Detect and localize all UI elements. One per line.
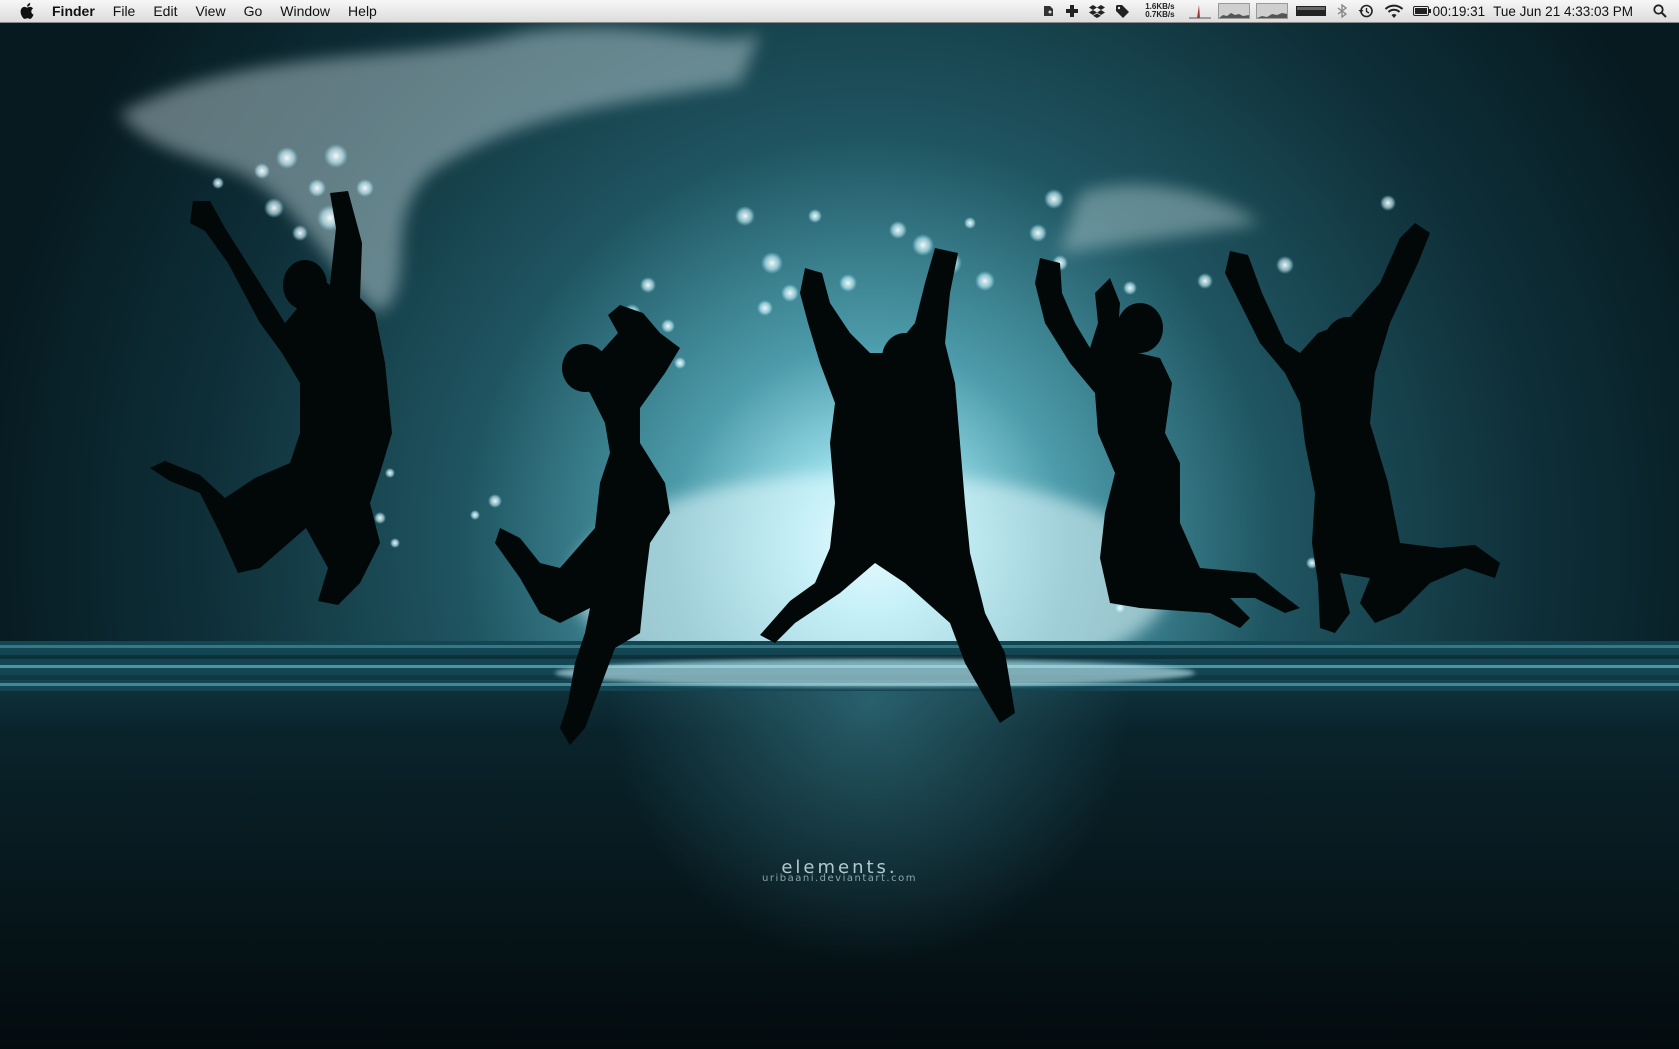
menu-window[interactable]: Window [271,0,339,22]
bluetooth-icon[interactable] [1331,0,1353,22]
menu-app-finder[interactable]: Finder [52,0,104,22]
evernote-icon[interactable] [1036,0,1060,22]
wifi-icon[interactable] [1379,0,1409,22]
net-down-speed: 0.7KB/s [1145,10,1175,19]
menubar-clock[interactable]: Tue Jun 21 4:33:03 PM [1485,4,1651,19]
wallpaper-watermark-url: uribaani.deviantart.com [762,873,917,884]
tag-icon[interactable] [1110,0,1135,22]
dropbox-icon[interactable] [1084,0,1110,22]
desktop-wallpaper: elements. uribaani.deviantart.com [0,23,1679,1049]
menu-edit[interactable]: Edit [144,0,186,22]
crashplan-icon[interactable] [1060,0,1084,22]
battery-time[interactable]: 00:19:31 [1433,4,1486,19]
menu-bar: Finder File Edit View Go Window Help 1.6… [0,0,1679,23]
disk-meter-icon[interactable] [1291,0,1331,22]
memory-graph-icon[interactable] [1255,3,1288,19]
network-speed[interactable]: 1.6KB/s 0.7KB/s [1135,0,1184,22]
time-machine-icon[interactable] [1353,0,1379,22]
spotlight-icon[interactable] [1651,0,1679,22]
menu-view[interactable]: View [186,0,234,22]
network-graph-icon[interactable] [1185,0,1215,22]
menu-go[interactable]: Go [235,0,272,22]
wallpaper-image [0,23,1679,1049]
apple-menu-icon[interactable] [16,0,38,22]
menu-file[interactable]: File [104,0,145,22]
battery-icon[interactable] [1409,0,1433,22]
cpu-graph-icon[interactable] [1217,3,1250,19]
menu-help[interactable]: Help [339,0,386,22]
